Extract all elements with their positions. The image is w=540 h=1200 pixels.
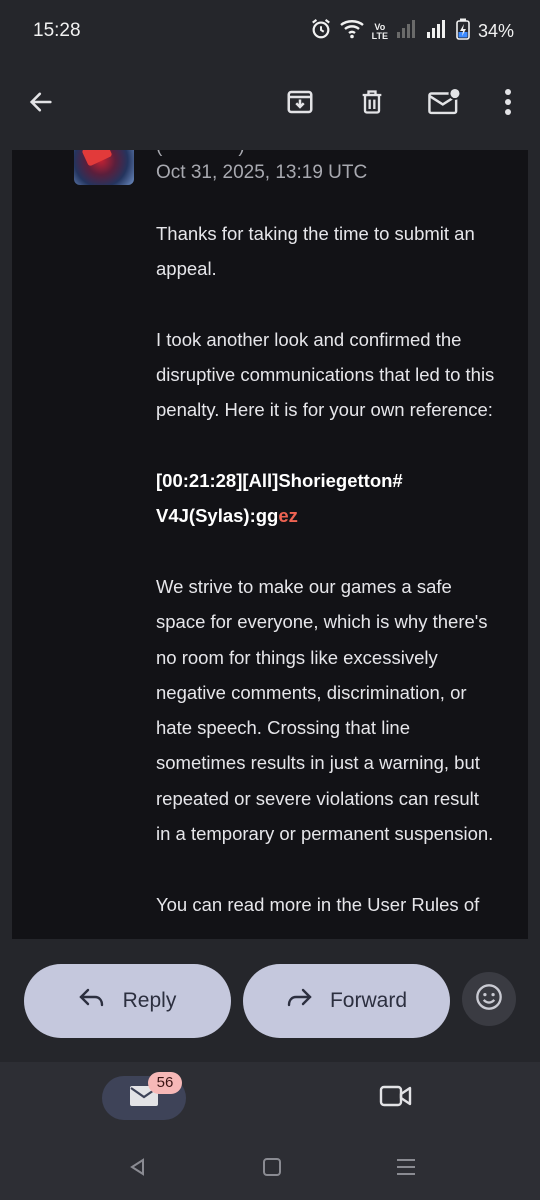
triangle-back-icon bbox=[128, 1157, 148, 1182]
chat-log-line: [00:21:28][All]Shoriegetton# V4J(Sylas):… bbox=[156, 463, 496, 534]
delete-button[interactable] bbox=[348, 80, 396, 128]
trash-icon bbox=[358, 87, 386, 122]
emoji-icon bbox=[475, 983, 503, 1016]
system-home-button[interactable] bbox=[252, 1154, 292, 1184]
reply-arrow-icon bbox=[78, 987, 105, 1015]
reply-label: Reply bbox=[122, 989, 177, 1012]
menu-lines-icon bbox=[395, 1157, 417, 1182]
reply-button[interactable]: Reply bbox=[24, 964, 231, 1038]
forward-label: Forward bbox=[329, 989, 408, 1012]
wifi-icon bbox=[339, 19, 364, 44]
archive-button[interactable] bbox=[276, 80, 324, 128]
paragraph-2: I took another look and confirmed the di… bbox=[156, 328, 495, 421]
battery-charging-icon bbox=[456, 18, 470, 45]
system-back-button[interactable] bbox=[118, 1154, 158, 1184]
arrow-left-icon bbox=[27, 88, 55, 121]
volte-label: Vo LTE bbox=[371, 21, 388, 41]
bottom-nav: 56 bbox=[0, 1062, 540, 1200]
paragraph-1: Thanks for taking the time to submit an … bbox=[156, 223, 475, 280]
archive-icon bbox=[285, 87, 315, 122]
paragraph-3: We strive to make our games a safe space… bbox=[156, 575, 494, 845]
app-toolbar bbox=[0, 62, 540, 150]
more-options-button[interactable] bbox=[484, 80, 532, 128]
status-time: 15:28 bbox=[33, 20, 81, 41]
message-body: Thanks for taking the time to submit an … bbox=[156, 216, 496, 939]
forward-button[interactable]: Forward bbox=[243, 964, 450, 1038]
meet-tab[interactable] bbox=[372, 1080, 420, 1116]
signal-2-icon bbox=[426, 20, 448, 43]
sender-name: ( ) bbox=[156, 150, 245, 158]
back-button[interactable] bbox=[17, 80, 65, 128]
more-vert-icon bbox=[504, 88, 512, 121]
message-card: ( ) Oct 31, 2025, 13:19 UTC Thanks for t… bbox=[12, 150, 528, 939]
system-navigation bbox=[0, 1148, 540, 1188]
mark-unread-icon bbox=[427, 86, 462, 122]
paragraph-4: You can read more in the User Rules of bbox=[156, 893, 480, 915]
battery-percent: 34% bbox=[477, 21, 514, 41]
status-icons: Vo LTE 34% bbox=[310, 18, 514, 45]
chat-log-highlight: ez bbox=[278, 505, 298, 527]
video-camera-icon bbox=[379, 1083, 413, 1114]
mail-unread-badge: 56 bbox=[148, 1072, 182, 1094]
sender-avatar[interactable] bbox=[74, 150, 134, 185]
status-bar: 15:28 Vo LTE 34% bbox=[0, 0, 540, 62]
alarm-icon bbox=[310, 18, 332, 45]
square-home-icon bbox=[262, 1157, 282, 1182]
forward-arrow-icon bbox=[286, 987, 312, 1015]
signal-1-icon bbox=[396, 20, 418, 43]
emoji-reaction-button[interactable] bbox=[462, 972, 516, 1026]
system-recents-button[interactable] bbox=[386, 1154, 426, 1184]
mark-unread-button[interactable] bbox=[420, 80, 468, 128]
message-date: Oct 31, 2025, 13:19 UTC bbox=[156, 162, 368, 183]
